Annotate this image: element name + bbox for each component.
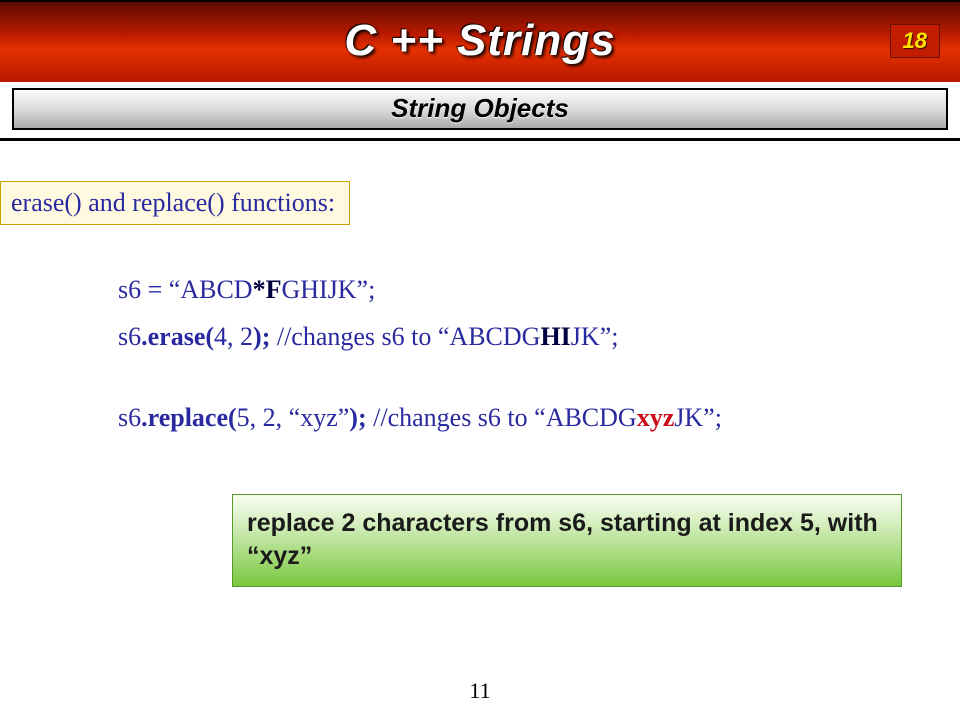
subtitle-container: String Objects bbox=[0, 82, 960, 141]
code-text: .erase( bbox=[141, 322, 214, 351]
code-text: JK”; bbox=[571, 322, 619, 351]
page-number: 11 bbox=[0, 678, 960, 704]
code-text: HI bbox=[540, 322, 570, 351]
code-text: //changes s6 to “ABCDG bbox=[277, 322, 541, 351]
code-text: .replace( bbox=[141, 403, 237, 432]
code-text: s6 bbox=[118, 322, 141, 351]
section-heading: erase() and replace() functions: bbox=[0, 181, 350, 225]
slide-subtitle: String Objects bbox=[12, 88, 948, 130]
code-text: ); bbox=[253, 322, 277, 351]
code-text-highlight: xyz bbox=[637, 403, 675, 432]
code-text: GHIJK”; bbox=[281, 275, 375, 304]
code-text: //changes s6 to “ABCDG bbox=[373, 403, 637, 432]
code-example: s6 = “ABCD*FGHIJK”; s6.erase(4, 2); //ch… bbox=[118, 269, 960, 440]
code-text: JK”; bbox=[674, 403, 722, 432]
code-text: 4, 2 bbox=[214, 322, 253, 351]
title-banner: C ++ Strings 18 bbox=[0, 0, 960, 82]
code-text: *F bbox=[253, 275, 282, 304]
code-text: s6 bbox=[118, 403, 141, 432]
code-text: 5, 2, “xyz” bbox=[237, 403, 350, 432]
slide-title: C ++ Strings bbox=[0, 2, 960, 80]
explanation-callout: replace 2 characters from s6, starting a… bbox=[232, 494, 902, 587]
code-line-1: s6 = “ABCD*FGHIJK”; bbox=[118, 269, 960, 312]
code-line-3: s6.replace(5, 2, “xyz”); //changes s6 to… bbox=[118, 397, 960, 440]
slide-number-badge: 18 bbox=[890, 24, 940, 58]
blank-line bbox=[118, 363, 960, 397]
code-text: s6 = “ABCD bbox=[118, 275, 253, 304]
code-line-2: s6.erase(4, 2); //changes s6 to “ABCDGHI… bbox=[118, 316, 960, 359]
code-text: ); bbox=[349, 403, 373, 432]
